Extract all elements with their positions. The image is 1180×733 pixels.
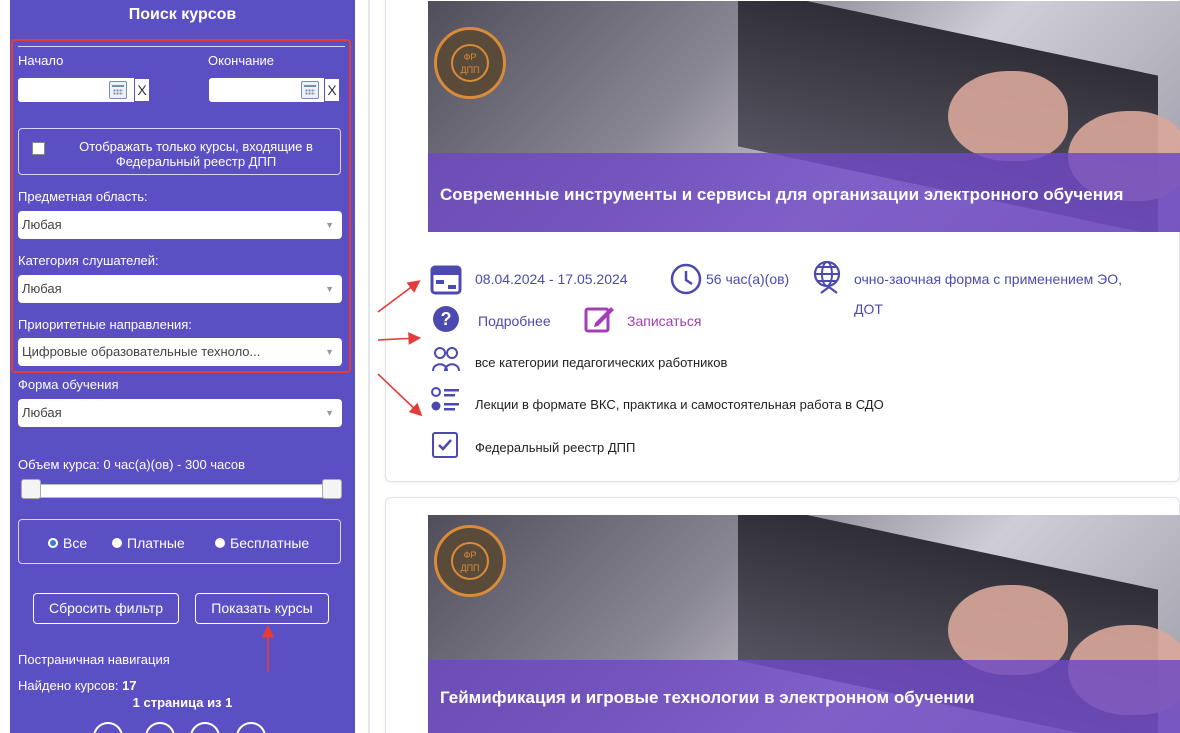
- volume-max-handle[interactable]: [322, 479, 342, 499]
- chevron-down-icon: ▼: [325, 408, 334, 418]
- priority-select-value: Цифровые образовательные техноло...: [22, 344, 261, 359]
- title-divider: [18, 46, 345, 47]
- category-label: Категория слушателей:: [18, 253, 159, 268]
- more-link[interactable]: Подробнее: [478, 313, 551, 329]
- first-page-button[interactable]: [93, 722, 123, 733]
- priority-select[interactable]: Цифровые образовательные техноло... ▼: [18, 338, 342, 366]
- course-image[interactable]: ФР ДПП Геймификация и игровые технологии…: [428, 515, 1180, 733]
- form-select[interactable]: Любая ▼: [18, 399, 342, 427]
- reestr-checkbox[interactable]: [32, 142, 45, 155]
- course-format: Лекции в формате ВКС, практика и самосто…: [475, 397, 884, 412]
- users-icon: [432, 347, 460, 372]
- course-title[interactable]: Современные инструменты и сервисы для ор…: [440, 185, 1123, 205]
- payment-option-label: Все: [63, 535, 88, 551]
- course-hours: 56 час(а)(ов): [706, 271, 790, 287]
- course-form-line1: очно-заочная форма с применением ЭО,: [854, 271, 1123, 287]
- course-search-sidebar: Поиск курсов Начало Окончание X X Отобра…: [10, 0, 355, 733]
- enroll-link[interactable]: Записаться: [627, 313, 701, 329]
- radio-icon: [112, 538, 122, 548]
- found-count: 17: [122, 678, 137, 693]
- course-card: ФР ДПП Геймификация и игровые технологии…: [385, 497, 1180, 733]
- category-select-value: Любая: [22, 281, 62, 296]
- title-overlay: Геймификация и игровые технологии в элек…: [428, 660, 1180, 733]
- start-date-label: Начало: [18, 53, 64, 68]
- end-date-label: Окончание: [208, 53, 275, 68]
- course-form-line2: ДОТ: [854, 301, 883, 317]
- hand-image: [948, 71, 1068, 161]
- payment-option-label: Бесплатные: [230, 535, 310, 551]
- course-audience: все категории педагогических работников: [475, 355, 728, 370]
- stamp-text: ФР ДПП: [451, 542, 489, 580]
- show-courses-button[interactable]: Показать курсы: [195, 593, 329, 624]
- volume-min-handle[interactable]: [21, 479, 41, 499]
- reset-filter-button[interactable]: Сбросить фильтр: [33, 593, 179, 624]
- reestr-checkbox-label[interactable]: Отображать только курсы, входящие в Феде…: [51, 139, 341, 169]
- radio-selected-icon: [48, 538, 58, 548]
- registry-stamp: ФР ДПП: [434, 27, 506, 99]
- volume-label: Объем курса: 0 час(а)(ов) - 300 часов: [18, 457, 246, 472]
- content-divider: [368, 0, 370, 733]
- registry-stamp: ФР ДПП: [434, 525, 506, 597]
- sidebar-title: Поиск курсов: [128, 6, 237, 23]
- list-icon: [431, 387, 459, 411]
- stamp-text: ФР ДПП: [451, 44, 489, 82]
- page-info: 1 страница из 1: [132, 695, 233, 710]
- course-title[interactable]: Геймификация и игровые технологии в элек…: [440, 688, 974, 708]
- volume-slider[interactable]: [23, 484, 339, 498]
- calendar-icon: [430, 265, 462, 295]
- svg-text:?: ?: [441, 309, 452, 329]
- payment-option-free[interactable]: Бесплатные: [215, 535, 309, 551]
- found-label: Найдено курсов:: [18, 678, 119, 693]
- priority-label: Приоритетные направления:: [18, 317, 192, 332]
- course-registry: Федеральный реестр ДПП: [475, 440, 636, 455]
- title-overlay: Современные инструменты и сервисы для ор…: [428, 153, 1180, 232]
- end-calendar-icon[interactable]: [301, 81, 319, 99]
- subject-label: Предметная область:: [18, 189, 148, 204]
- chevron-down-icon: ▼: [325, 347, 334, 357]
- found-courses: Найдено курсов: 17: [18, 678, 137, 693]
- last-page-button[interactable]: [236, 722, 266, 733]
- reestr-filter-box: Отображать только курсы, входящие в Феде…: [18, 128, 341, 175]
- subject-select-value: Любая: [22, 217, 62, 232]
- chevron-down-icon: ▼: [325, 284, 334, 294]
- form-label: Форма обучения: [18, 377, 119, 392]
- chevron-down-icon: ▼: [325, 220, 334, 230]
- course-card: ФР ДПП Современные инструменты и сервисы…: [385, 0, 1180, 482]
- course-image[interactable]: ФР ДПП Современные инструменты и сервисы…: [428, 1, 1180, 232]
- next-page-button[interactable]: [190, 722, 220, 733]
- clock-icon: [670, 263, 702, 295]
- start-calendar-icon[interactable]: [109, 81, 127, 99]
- payment-option-label: Платные: [127, 535, 185, 551]
- question-icon[interactable]: ?: [432, 305, 460, 333]
- prev-page-button[interactable]: [145, 722, 175, 733]
- form-select-value: Любая: [22, 405, 62, 420]
- end-date-clear-button[interactable]: X: [324, 78, 340, 102]
- checkbox-checked-icon: [432, 432, 458, 458]
- globe-book-icon: [813, 260, 841, 294]
- subject-select[interactable]: Любая ▼: [18, 211, 342, 239]
- radio-icon: [215, 538, 225, 548]
- category-select[interactable]: Любая ▼: [18, 275, 342, 303]
- payment-option-all[interactable]: Все: [48, 535, 87, 551]
- pagination-label: Постраничная навигация: [18, 652, 170, 667]
- edit-icon[interactable]: [583, 302, 615, 334]
- payment-option-paid[interactable]: Платные: [112, 535, 185, 551]
- payment-filter-group: Все Платные Бесплатные: [18, 519, 341, 564]
- course-dates: 08.04.2024 - 17.05.2024: [475, 271, 628, 287]
- start-date-clear-button[interactable]: X: [134, 78, 150, 102]
